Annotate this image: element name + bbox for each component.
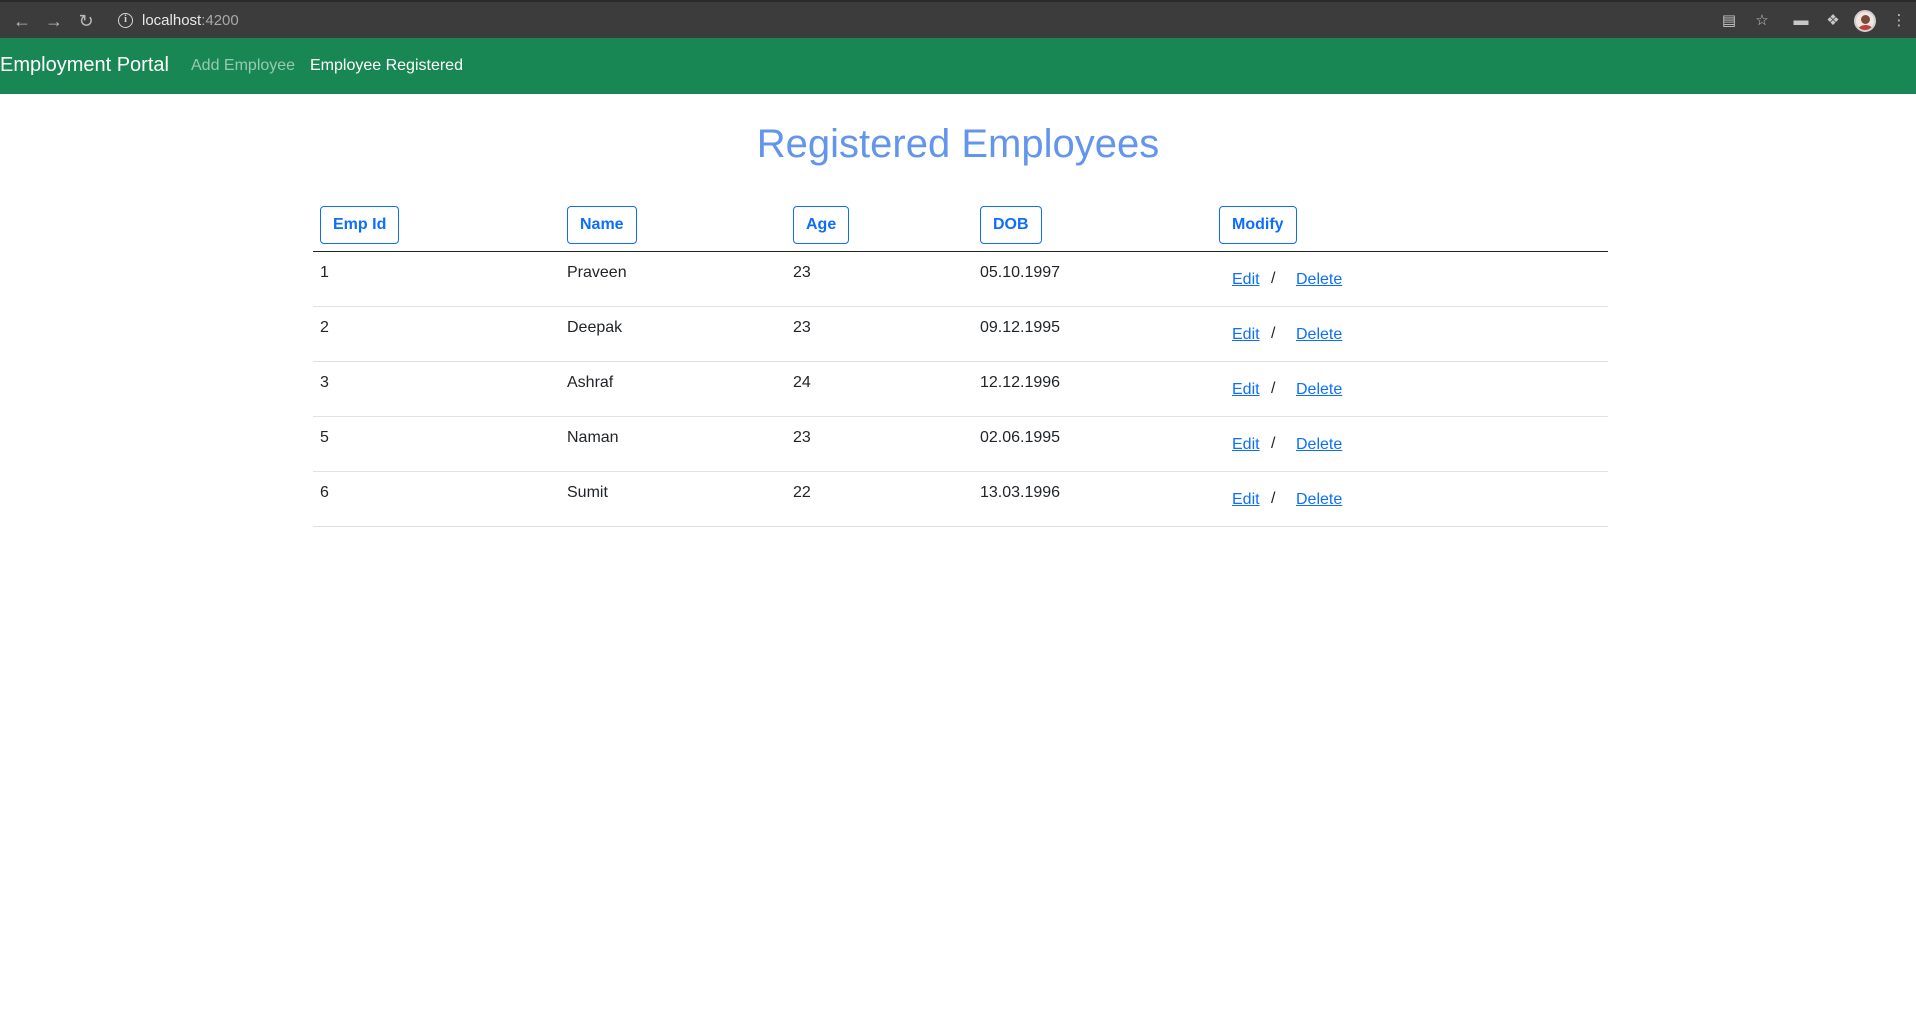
cell-name: Praveen [567,264,627,281]
delete-link[interactable]: Delete [1296,325,1342,345]
brand-link[interactable]: Employment Portal [0,53,169,77]
modify-separator: / [1271,270,1276,287]
table-row: 3 Ashraf 24 12.12.1996 Edit / Delete [313,362,1608,417]
tab-strip-icon[interactable]: ▬ [1790,10,1812,32]
cell-age: 22 [793,484,811,501]
cell-name: Deepak [567,319,623,336]
nav-employee-registered[interactable]: Employee Registered [310,56,463,76]
cell-dob: 02.06.1995 [980,429,1061,446]
back-icon[interactable]: ← [10,9,34,33]
table-header: Emp Id Name Age DOB Modify [313,202,1608,252]
header-age[interactable]: Age [793,206,850,244]
cell-dob: 05.10.1997 [980,264,1061,281]
address-bar[interactable]: localhost:4200 [142,11,239,31]
cell-age: 24 [793,374,811,391]
employees-table: Emp Id Name Age DOB Modify 1 Praveen 23 … [313,202,1608,527]
reload-icon[interactable]: ↻ [74,9,98,33]
edit-link[interactable]: Edit [1232,325,1260,345]
cell-dob: 12.12.1996 [980,374,1061,391]
cell-age: 23 [793,264,811,281]
cell-emp-id: 3 [320,374,329,391]
edit-link[interactable]: Edit [1232,270,1260,290]
url-host: localhost [142,12,202,29]
header-modify[interactable]: Modify [1219,206,1297,244]
cell-name: Naman [567,429,619,446]
info-icon[interactable]: i [118,13,133,28]
browser-toolbar: ← → ↻ i localhost:4200 ▤ ☆ ▬ ❖ ⋮ [0,0,1916,38]
cast-icon[interactable]: ▤ [1718,10,1740,32]
edit-link[interactable]: Edit [1232,435,1260,455]
cell-name: Sumit [567,484,608,501]
header-emp-id[interactable]: Emp Id [320,206,400,244]
app-navbar: Employment Portal Add Employee Employee … [0,38,1916,94]
forward-icon[interactable]: → [42,9,66,33]
menu-icon[interactable]: ⋮ [1888,10,1910,32]
cell-age: 23 [793,319,811,336]
url-port: :4200 [201,12,239,29]
delete-link[interactable]: Delete [1296,380,1342,400]
profile-avatar[interactable] [1854,10,1876,32]
edit-link[interactable]: Edit [1232,380,1260,400]
cell-dob: 13.03.1996 [980,484,1061,501]
header-name[interactable]: Name [567,206,637,244]
page-title: Registered Employees [756,122,1160,166]
modify-separator: / [1271,380,1276,397]
cell-emp-id: 1 [320,264,329,281]
edit-link[interactable]: Edit [1232,490,1260,510]
delete-link[interactable]: Delete [1296,435,1342,455]
table-row: 1 Praveen 23 05.10.1997 Edit / Delete [313,252,1608,307]
table-row: 6 Sumit 22 13.03.1996 Edit / Delete [313,472,1608,527]
cell-dob: 09.12.1995 [980,319,1061,336]
delete-link[interactable]: Delete [1296,270,1342,290]
cell-emp-id: 2 [320,319,329,336]
modify-separator: / [1271,325,1276,342]
extensions-icon[interactable]: ❖ [1822,10,1844,32]
cell-age: 23 [793,429,811,446]
modify-separator: / [1271,490,1276,507]
delete-link[interactable]: Delete [1296,490,1342,510]
cell-emp-id: 6 [320,484,329,501]
table-row: 2 Deepak 23 09.12.1995 Edit / Delete [313,307,1608,362]
modify-separator: / [1271,435,1276,452]
nav-add-employee[interactable]: Add Employee [191,56,295,76]
cell-name: Ashraf [567,374,614,391]
header-dob[interactable]: DOB [980,206,1042,244]
star-icon[interactable]: ☆ [1751,10,1773,32]
cell-emp-id: 5 [320,429,329,446]
table-row: 5 Naman 23 02.06.1995 Edit / Delete [313,417,1608,472]
